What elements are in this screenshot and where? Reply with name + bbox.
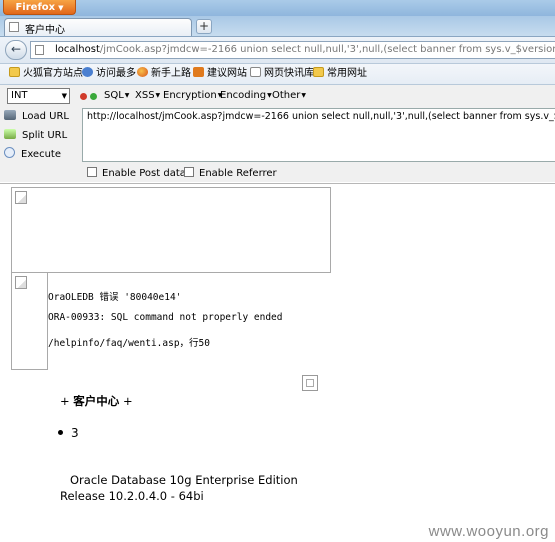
load-url-label: Load URL: [22, 111, 70, 122]
enable-referrer-label: Enable Referrer: [199, 168, 277, 179]
url-path: /jmCook.asp?jmdcw=-2166 union select nul…: [99, 44, 555, 55]
image-placeholder: [306, 379, 314, 387]
enable-referrer-checkbox[interactable]: Enable Referrer: [184, 167, 277, 179]
error-line: ORA-00933: SQL command not properly ende…: [48, 312, 283, 323]
oracle-version-text: Oracle Database 10g Enterprise Edition R…: [60, 472, 298, 504]
back-arrow-icon: ←: [10, 42, 22, 56]
url-text: localhost/jmCook.asp?jmdcw=-2166 union s…: [55, 44, 555, 55]
hackbar-toolbar: INT ▼ SQL▼ XSS▼ Encryption▼ Encoding▼ Oth…: [0, 85, 555, 108]
customer-center-label: 客户中心: [73, 394, 120, 408]
checkbox-icon: [184, 167, 194, 177]
list-item: 3: [58, 426, 79, 440]
plus-symbol: +: [122, 394, 133, 408]
plus-icon: +: [198, 19, 210, 33]
enable-post-checkbox[interactable]: Enable Post data: [87, 167, 186, 179]
execute-icon: [4, 147, 15, 158]
execute-label: Execute: [21, 149, 61, 160]
back-button[interactable]: ←: [5, 40, 27, 60]
address-bar[interactable]: localhost/jmCook.asp?jmdcw=-2166 union s…: [30, 41, 555, 59]
suggest-icon: [193, 67, 204, 77]
tab-customer-center[interactable]: 客户中心: [4, 18, 192, 36]
load-url-icon: [4, 110, 16, 120]
hackbar-panel: Load URL Split URL Execute http://localh…: [0, 107, 555, 182]
bookmark-getting-started[interactable]: 新手上路: [137, 67, 191, 81]
tab-title: 客户中心: [25, 25, 65, 36]
broken-image-frame-left: [11, 272, 48, 370]
bullet-icon: [58, 430, 63, 435]
url-textarea-value: http://localhost/jmCook.asp?jmdcw=-2166 …: [87, 111, 555, 122]
bookmark-web-slice[interactable]: 网页快讯库: [250, 67, 314, 81]
menu-label: Encoding: [220, 90, 267, 101]
execute-button[interactable]: Execute: [4, 147, 61, 163]
broken-image-icon: [15, 276, 27, 289]
chevron-down-icon: ▼: [155, 92, 161, 99]
green-dot-icon[interactable]: [90, 93, 97, 100]
chevron-down-icon: ▼: [61, 92, 67, 100]
broken-image-frame: [11, 187, 331, 273]
globe-icon: [82, 67, 93, 77]
folder-icon: [313, 67, 324, 77]
version-line-2: Release 10.2.0.4.0 - 64bi: [60, 489, 204, 503]
bookmark-label: 常用网址: [327, 68, 367, 79]
content-separator: [0, 183, 555, 184]
broken-image-icon: [15, 191, 27, 204]
customer-center-heading: + 客户中心 +: [60, 393, 133, 409]
new-tab-button[interactable]: +: [196, 19, 212, 34]
int-select-value: INT: [11, 90, 28, 101]
bookmark-most-visited[interactable]: 访问最多: [82, 67, 136, 81]
int-select[interactable]: INT ▼: [7, 88, 70, 104]
plus-symbol: +: [60, 394, 70, 408]
folder-icon: [9, 67, 20, 77]
broken-image-icon: [302, 375, 318, 391]
url-host: localhost: [55, 44, 100, 55]
bookmark-label: 访问最多: [96, 68, 136, 79]
error-line: OraOLEDB 错误 '80040e14': [48, 292, 182, 303]
checkbox-icon: [87, 167, 97, 177]
bookmark-label: 网页快讯库: [264, 68, 314, 79]
red-dot-icon[interactable]: [80, 93, 87, 100]
menu-encoding[interactable]: Encoding▼: [220, 90, 272, 101]
navigation-bar: ← localhost/jmCook.asp?jmdcw=-2166 union…: [0, 37, 555, 64]
page-icon: [250, 67, 261, 77]
bookmark-label: 建议网站: [207, 68, 247, 79]
page-icon: [35, 45, 44, 55]
chevron-down-icon: ▼: [301, 92, 307, 99]
menu-other[interactable]: Other▼: [272, 90, 306, 101]
list-item-text: 3: [71, 426, 79, 440]
bookmark-label: 火狐官方站点: [23, 68, 83, 79]
split-url-label: Split URL: [22, 130, 68, 141]
error-line: /helpinfo/faq/wenti.asp，行50: [48, 338, 210, 349]
chevron-down-icon: ▼: [124, 92, 130, 99]
bookmark-suggested-sites[interactable]: 建议网站: [193, 67, 247, 81]
split-url-icon: [4, 129, 16, 139]
bookmark-common-sites[interactable]: 常用网址: [313, 67, 367, 81]
firefox-menu-button[interactable]: Firefox ▼: [3, 0, 76, 15]
enable-post-label: Enable Post data: [102, 168, 186, 179]
page-icon: [9, 22, 19, 32]
url-textarea[interactable]: http://localhost/jmCook.asp?jmdcw=-2166 …: [82, 108, 555, 162]
firefox-icon: [137, 67, 148, 77]
load-url-button[interactable]: Load URL: [4, 109, 69, 125]
menu-label: Encryption: [163, 90, 217, 101]
menu-label: SQL: [104, 90, 124, 101]
title-bar: Firefox ▼: [0, 0, 555, 16]
firefox-menu-label: Firefox: [15, 2, 56, 13]
version-line-1: Oracle Database 10g Enterprise Edition: [70, 473, 298, 487]
watermark: www.wooyun.org: [428, 523, 549, 540]
bookmark-firefox-official[interactable]: 火狐官方站点: [9, 67, 83, 81]
bookmarks-toolbar: 火狐官方站点 访问最多 新手上路 建议网站 网页快讯库 常用网址: [0, 64, 555, 85]
split-url-button[interactable]: Split URL: [4, 128, 67, 144]
chevron-down-icon: ▼: [58, 4, 64, 12]
tab-strip: 客户中心 +: [0, 16, 555, 37]
menu-label: XSS: [135, 90, 155, 101]
menu-sql[interactable]: SQL▼: [104, 90, 129, 101]
menu-encryption[interactable]: Encryption▼: [163, 90, 222, 101]
bookmark-label: 新手上路: [151, 68, 191, 79]
menu-label: Other: [272, 90, 301, 101]
menu-xss[interactable]: XSS▼: [135, 90, 160, 101]
